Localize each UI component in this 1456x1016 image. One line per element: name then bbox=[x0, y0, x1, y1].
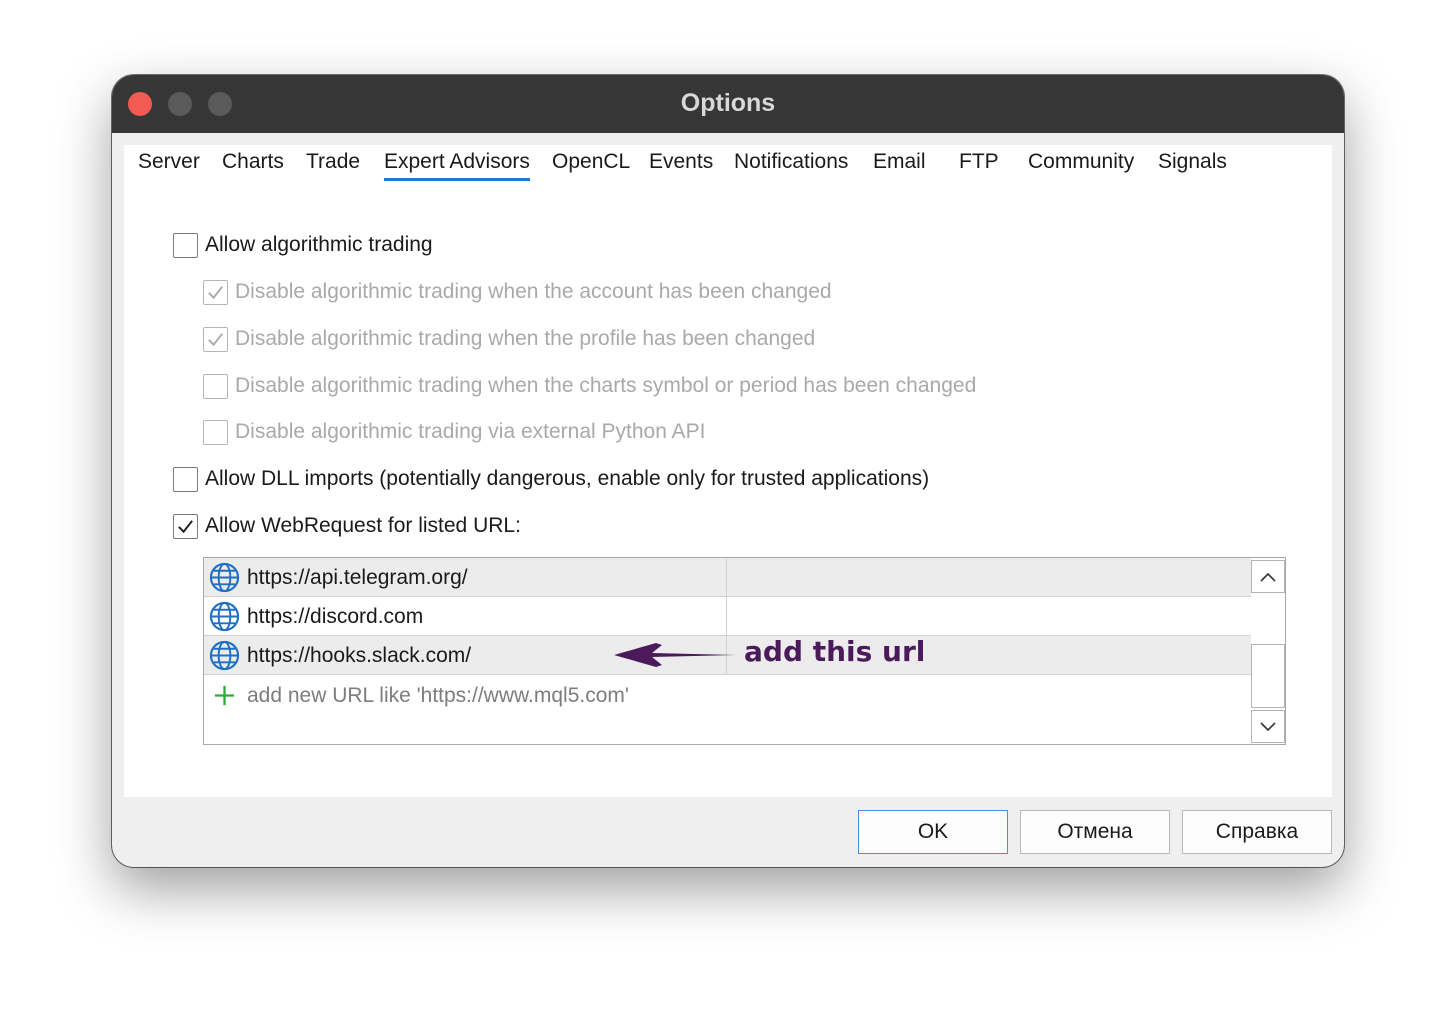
disable-on-profile-change-checkbox bbox=[203, 326, 228, 352]
column-divider bbox=[726, 597, 727, 636]
tab-notifications[interactable]: Notifications bbox=[734, 147, 848, 181]
tab-trade[interactable]: Trade bbox=[306, 147, 360, 181]
disable-on-symbol-change-label: Disable algorithmic trading when the cha… bbox=[235, 374, 977, 397]
annotation-arrow-icon bbox=[614, 643, 736, 667]
help-button[interactable]: Справка bbox=[1182, 810, 1332, 854]
disable-on-symbol-change-option: Disable algorithmic trading when the cha… bbox=[203, 371, 976, 401]
allow-dll-imports-label: Allow DLL imports (potentially dangerous… bbox=[205, 467, 930, 490]
globe-icon bbox=[209, 562, 240, 593]
allow-dll-imports-option[interactable]: Allow DLL imports (potentially dangerous… bbox=[173, 464, 929, 494]
url-text: https://api.telegram.org/ bbox=[247, 566, 468, 589]
disable-on-account-change-checkbox bbox=[203, 279, 228, 305]
allow-dll-imports-checkbox[interactable] bbox=[173, 466, 198, 492]
annotation-text: add this url bbox=[744, 635, 926, 668]
add-url-placeholder: add new URL like 'https://www.mql5.com' bbox=[247, 684, 629, 707]
scroll-down-button[interactable] bbox=[1251, 710, 1285, 743]
tab-expert-advisors[interactable]: Expert Advisors bbox=[384, 147, 530, 181]
tab-bar: Server Charts Trade Expert Advisors Open… bbox=[124, 145, 1332, 185]
url-text: https://hooks.slack.com/ bbox=[247, 644, 472, 667]
title-bar: Options bbox=[112, 75, 1344, 133]
tab-opencl[interactable]: OpenCL bbox=[552, 147, 630, 181]
allow-algo-trading-label: Allow algorithmic trading bbox=[205, 233, 433, 256]
tab-server[interactable]: Server bbox=[138, 147, 200, 181]
options-dialog: Options Server Charts Trade Expert Advis… bbox=[112, 75, 1344, 867]
allow-algo-trading-option[interactable]: Allow algorithmic trading bbox=[173, 230, 433, 260]
disable-on-profile-change-option: Disable algorithmic trading when the pro… bbox=[203, 324, 815, 354]
disable-on-profile-change-label: Disable algorithmic trading when the pro… bbox=[235, 327, 816, 350]
url-row[interactable]: https://discord.com bbox=[204, 597, 1251, 636]
scroll-thumb[interactable] bbox=[1251, 644, 1285, 708]
tab-ftp[interactable]: FTP bbox=[959, 147, 999, 181]
disable-on-symbol-change-checkbox bbox=[203, 373, 228, 399]
allow-algo-trading-checkbox[interactable] bbox=[173, 232, 198, 258]
dialog-content: Server Charts Trade Expert Advisors Open… bbox=[124, 145, 1332, 797]
url-text: https://discord.com bbox=[247, 605, 424, 628]
globe-icon bbox=[209, 640, 240, 671]
checkmark-icon bbox=[208, 285, 223, 299]
chevron-down-icon bbox=[1260, 721, 1276, 731]
disable-python-api-checkbox bbox=[203, 419, 228, 445]
disable-python-api-option: Disable algorithmic trading via external… bbox=[203, 417, 705, 447]
chevron-up-icon bbox=[1260, 572, 1276, 582]
window-title: Options bbox=[680, 89, 776, 117]
tab-email[interactable]: Email bbox=[873, 147, 926, 181]
url-list-scrollbar[interactable] bbox=[1251, 558, 1285, 744]
cancel-button[interactable]: Отмена bbox=[1020, 810, 1170, 854]
disable-on-account-change-option: Disable algorithmic trading when the acc… bbox=[203, 277, 832, 307]
tab-events[interactable]: Events bbox=[649, 147, 713, 181]
allow-webrequest-checkbox[interactable] bbox=[173, 513, 198, 539]
tab-community[interactable]: Community bbox=[1028, 147, 1134, 181]
url-row[interactable]: https://api.telegram.org/ bbox=[204, 558, 1251, 597]
scroll-up-button[interactable] bbox=[1251, 560, 1285, 593]
column-divider bbox=[726, 558, 727, 597]
globe-icon bbox=[209, 601, 240, 632]
tab-charts[interactable]: Charts bbox=[222, 147, 284, 181]
checkmark-icon bbox=[208, 332, 223, 346]
disable-on-account-change-label: Disable algorithmic trading when the acc… bbox=[235, 280, 832, 303]
allow-webrequest-label: Allow WebRequest for listed URL: bbox=[205, 514, 521, 537]
plus-icon bbox=[214, 685, 235, 706]
tab-signals[interactable]: Signals bbox=[1158, 147, 1227, 181]
add-url-row[interactable]: add new URL like 'https://www.mql5.com' bbox=[204, 676, 1251, 715]
checkmark-icon bbox=[178, 519, 193, 533]
allow-webrequest-option[interactable]: Allow WebRequest for listed URL: bbox=[173, 511, 521, 541]
ok-button[interactable]: OK bbox=[858, 810, 1008, 854]
disable-python-api-label: Disable algorithmic trading via external… bbox=[235, 420, 706, 443]
